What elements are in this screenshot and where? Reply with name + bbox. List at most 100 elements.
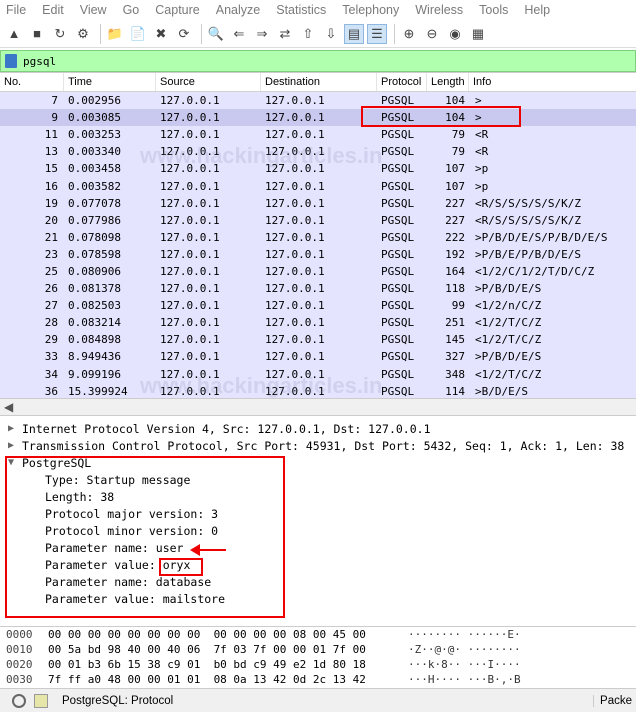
table-row[interactable]: 7 0.002956 127.0.0.1 127.0.0.1 PGSQL 104 > [0,92,636,110]
menu-item-view[interactable]: View [80,3,107,17]
zoom-normal-icon[interactable]: ◉ [445,24,465,44]
stop-capture-icon[interactable]: ■ [27,24,47,44]
col-header-time[interactable]: Time [64,73,156,91]
col-header-info[interactable]: Info [469,73,636,91]
cell-no: 7 [51,94,58,108]
menu-bar: File Edit View Go Capture Analyze Statistics Te… [0,0,636,20]
shark-fin-start-icon[interactable]: ▲ [4,24,24,44]
menu-item-edit[interactable]: Edit [42,3,64,17]
table-row[interactable]: 16 0.003582 127.0.0.1 127.0.0.1 PGSQL 107 >p [0,177,636,195]
table-row[interactable]: 25 0.080906 127.0.0.1 127.0.0.1 PGSQL 164 <1/2… [0,262,636,281]
packet-list[interactable]: No. Time Source Destination Protocol Len… [0,72,636,398]
cell-proto: PGSQL [381,299,415,313]
expert-info-icon[interactable] [12,693,26,708]
hex-bytes: 7f ff a0 48 00 00 01 01 08 0a 13 42 0d 2… [48,673,366,686]
capture-comment-icon[interactable] [34,693,48,708]
resize-columns-icon[interactable]: ▦ [468,24,488,44]
cell-no: 11 [44,128,58,142]
table-row[interactable]: 34 9.099196 127.0.0.1 127.0.0.1 PGSQL 348 <1/2… [0,365,636,383]
cell-proto: PGSQL [381,367,415,381]
main-toolbar: ▲ ■ ↻ ⚙ 📁 📄 ✖ ⟳ 🔍 ⇐ ⇒ ⇄ ⇧ ⇩ ▤ ☰ ⊕ ⊖ ◉ ▦ [0,20,636,48]
table-row[interactable]: 15 0.003458 127.0.0.1 127.0.0.1 PGSQL 107 >p [0,160,636,178]
find-packet-icon[interactable]: 🔍 [206,24,226,44]
first-packet-icon[interactable]: ⇧ [298,24,318,44]
hex-row[interactable]: 0000 00 00 00 00 00 00 00 00 00 00 00 00 … [0,627,636,642]
table-row[interactable]: 28 0.083214 127.0.0.1 127.0.0.1 PGSQL 251 <1/2… [0,314,636,332]
cell-proto: PGSQL [381,145,415,159]
table-row[interactable]: 26 0.081378 127.0.0.1 127.0.0.1 PGSQL 118 >P/B… [0,280,636,298]
restart-capture-icon[interactable]: ↻ [50,24,70,44]
table-row[interactable]: 36 15.399924 127.0.0.1 127.0.0.1 PGSQL 114 >B/… [0,382,636,398]
cell-time: 0.003340 [68,145,121,159]
table-row[interactable]: 21 0.078098 127.0.0.1 127.0.0.1 PGSQL 222 >P/B… [0,228,636,246]
cell-time: 0.080906 [68,264,121,278]
table-row[interactable]: 33 8.949436 127.0.0.1 127.0.0.1 PGSQL 327 >P/B… [0,348,636,366]
hex-dump-pane[interactable]: 0000 00 00 00 00 00 00 00 00 00 00 00 00 … [0,626,636,688]
colorize-icon[interactable]: ☰ [367,23,387,44]
expand-icon[interactable]: ▶ [0,440,22,451]
col-header-destination[interactable]: Destination [261,73,377,91]
menu-item-help[interactable]: Help [524,3,550,17]
cell-time: 0.081378 [68,282,121,296]
table-row[interactable]: 29 0.084898 127.0.0.1 127.0.0.1 PGSQL 145 <1/2… [0,331,636,349]
menu-item-file[interactable]: File [6,3,26,17]
expand-icon[interactable]: ▶ [0,423,22,434]
bookmark-icon[interactable] [5,54,17,68]
menu-item-capture[interactable]: Capture [155,3,199,17]
cell-no: 25 [44,264,58,278]
col-header-length[interactable]: Length [427,73,469,91]
cell-len: 251 [445,316,465,330]
hex-row[interactable]: 0010 00 5a bd 98 40 00 40 06 7f 03 7f 00 … [0,642,636,657]
cell-src: 127.0.0.1 [160,145,220,159]
display-filter-bar[interactable]: pgsql [0,50,636,72]
cell-dst: 127.0.0.1 [265,213,325,227]
last-packet-icon[interactable]: ⇩ [321,24,341,44]
cell-dst: 127.0.0.1 [265,350,325,364]
horizontal-scrollbar[interactable]: ◀ [0,398,636,416]
reload-file-icon[interactable]: ⟳ [174,24,194,44]
table-row[interactable]: 13 0.003340 127.0.0.1 127.0.0.1 PGSQL 79 <R [0,143,636,161]
close-file-icon[interactable]: ✖ [151,24,171,44]
hex-off: 0000 [6,628,33,641]
hex-row[interactable]: 0020 00 01 b3 6b 15 38 c9 01 b0 bd c9 49 … [0,657,636,672]
table-row[interactable]: 23 0.078598 127.0.0.1 127.0.0.1 PGSQL 192 >P/B… [0,245,636,263]
zoom-out-icon[interactable]: ⊖ [422,24,442,44]
table-row[interactable]: 9 0.003085 127.0.0.1 127.0.0.1 PGSQL 104 > [0,109,636,127]
file-icon[interactable]: 📄 [128,24,148,44]
capture-options-icon[interactable]: ⚙ [73,24,93,44]
table-row[interactable]: 19 0.077078 127.0.0.1 127.0.0.1 PGSQL 227 <R/S… [0,194,636,212]
menu-item-statistics[interactable]: Statistics [276,3,326,17]
hex-row[interactable]: 0030 7f ff a0 48 00 00 01 01 08 0a 13 42 … [0,672,636,687]
cell-time: 0.082503 [68,299,121,313]
cell-no: 23 [44,247,58,261]
menu-item-tools[interactable]: Tools [479,3,508,17]
col-header-no[interactable]: No. [0,73,64,91]
scroll-left-icon[interactable]: ◀ [4,400,13,414]
detail-ip-text: Internet Protocol Version 4, Src: 127.0.… [22,421,431,436]
menu-item-wireless[interactable]: Wireless [415,3,463,17]
table-row[interactable]: 20 0.077986 127.0.0.1 127.0.0.1 PGSQL 227 <R/S… [0,211,636,229]
menu-item-telephony[interactable]: Telephony [342,3,399,17]
autoscroll-icon[interactable]: ▤ [344,23,364,44]
hex-bytes: 00 5a bd 98 40 00 40 06 7f 03 7f 00 00 0… [48,643,366,656]
table-row[interactable]: 27 0.082503 127.0.0.1 127.0.0.1 PGSQL 99 <1/2/… [0,297,636,315]
go-back-icon[interactable]: ⇐ [229,24,249,44]
cell-no: 13 [44,145,58,159]
col-header-protocol[interactable]: Protocol [377,73,427,91]
go-to-packet-icon[interactable]: ⇄ [275,24,295,44]
zoom-in-icon[interactable]: ⊕ [399,24,419,44]
cell-dst: 127.0.0.1 [265,179,325,193]
hex-ascii: ········ ······E· [408,628,521,641]
col-header-source[interactable]: Source [156,73,261,91]
open-file-icon[interactable]: 📁 [105,24,125,44]
cell-src: 127.0.0.1 [160,282,220,296]
table-row[interactable]: 11 0.003253 127.0.0.1 127.0.0.1 PGSQL 79 <R [0,126,636,144]
cell-info: >P/B/D/E/S [475,282,542,296]
toolbar-separator [394,23,395,44]
menu-item-analyze[interactable]: Analyze [216,3,260,17]
detail-ip[interactable]: ▶ Internet Protocol Version 4, Src: 127.0… [0,420,636,437]
display-filter-input[interactable]: pgsql [23,55,56,68]
detail-tcp[interactable]: ▶ Transmission Control Protocol, Src Port… [0,437,636,454]
menu-item-go[interactable]: Go [123,3,140,17]
go-forward-icon[interactable]: ⇒ [252,24,272,44]
